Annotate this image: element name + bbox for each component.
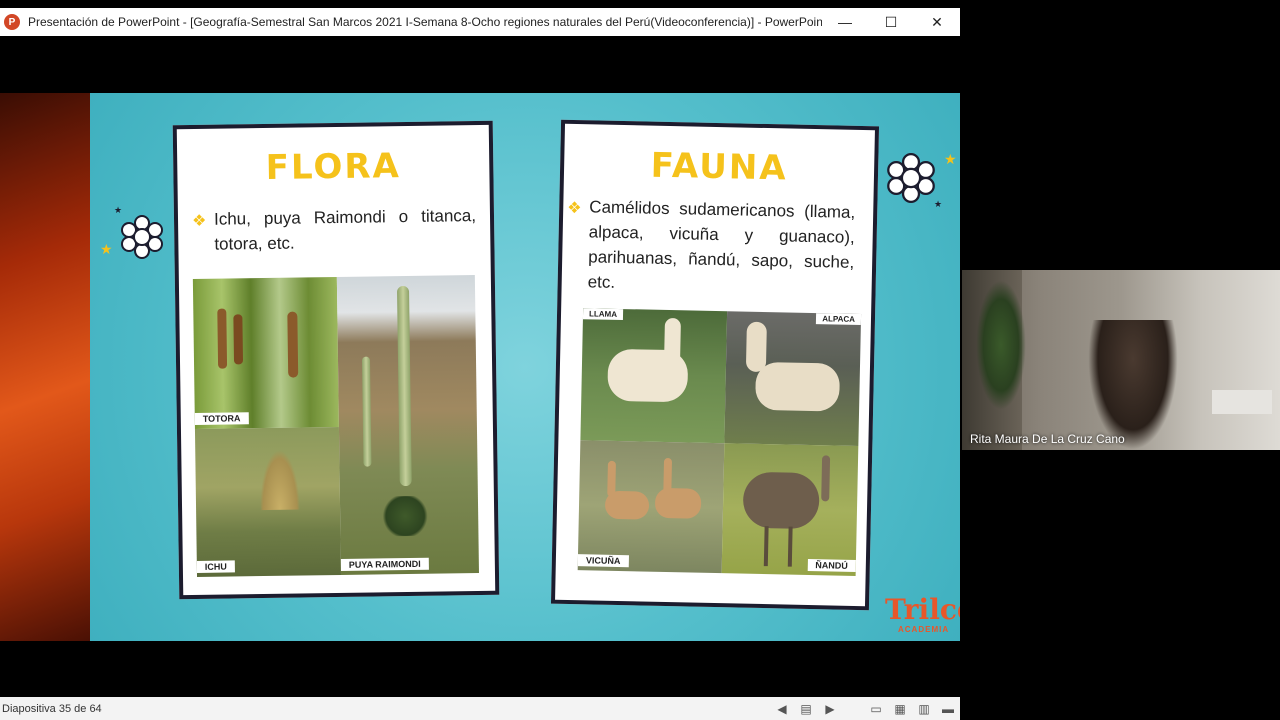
fauna-card: FAUNA ❖ Camélidos sudamericanos (llama, … <box>550 119 880 611</box>
star-icon: ★ <box>944 151 957 167</box>
llama-photo: LLAMA <box>580 308 728 444</box>
star-icon: ★ <box>934 199 943 209</box>
fauna-text: Camélidos sudamericanos (llama, alpaca, … <box>587 197 856 292</box>
next-slide-icon[interactable]: ▶ <box>818 702 842 716</box>
flora-card: FLORA ❖ Ichu, puya Raimondi o titanca, t… <box>172 120 500 600</box>
diamond-bullet-icon: ❖ <box>567 199 582 218</box>
minimize-button[interactable]: — <box>822 8 868 36</box>
puya-raimondi-photo: PUYA RAIMONDI <box>336 275 479 575</box>
flora-title: FLORA <box>265 146 402 188</box>
notes-icon[interactable]: ▭ <box>864 702 888 716</box>
photo-label: LLAMA <box>582 308 624 321</box>
totora-photo: TOTORA <box>192 276 339 429</box>
flora-text: Ichu, puya Raimondi o titanca, totora, e… <box>213 206 477 254</box>
photo-label: ICHU <box>196 560 235 573</box>
diamond-bullet-icon: ❖ <box>191 212 207 230</box>
slide-canvas: ★ ★ ★ ★ FLORA ❖ Ichu, puya Raimondi o ti… <box>90 93 960 641</box>
slide-sorter-icon[interactable]: ▦ <box>888 702 912 716</box>
previous-slide-icon[interactable]: ◀ <box>770 702 794 716</box>
star-icon: ★ <box>100 241 113 257</box>
ichu-photo: ICHU <box>194 426 342 577</box>
window-titlebar: P Presentación de PowerPoint - [Geografí… <box>0 8 960 36</box>
window-title: Presentación de PowerPoint - [Geografía-… <box>28 15 822 29</box>
maximize-button[interactable]: ☐ <box>868 8 914 36</box>
close-button[interactable]: ✕ <box>914 8 960 36</box>
slideshow-icon[interactable]: ▬ <box>936 702 960 716</box>
trilce-logo: Trilce <box>885 593 960 626</box>
fauna-bullet: ❖ Camélidos sudamericanos (llama, alpaca… <box>567 194 856 300</box>
nandu-photo: ÑANDÚ <box>721 443 859 576</box>
photo-label: VICUÑA <box>577 554 629 568</box>
photo-label: ALPACA <box>816 313 862 326</box>
alpaca-photo: ALPACA <box>724 311 862 447</box>
participant-video[interactable]: Rita Maura De La Cruz Cano <box>962 270 1280 450</box>
slide-counter: Diapositiva 35 de 64 <box>2 702 102 715</box>
photo-label: PUYA RAIMONDI <box>340 557 429 571</box>
slide-menu-icon[interactable]: ▤ <box>794 702 818 716</box>
participant-name: Rita Maura De La Cruz Cano <box>970 432 1125 446</box>
reading-view-icon[interactable]: ▥ <box>912 702 936 716</box>
background-photo-strip <box>0 93 90 641</box>
star-icon: ★ <box>114 205 123 215</box>
flora-bullet: ❖ Ichu, puya Raimondi o titanca, totora,… <box>192 203 477 257</box>
flower-decoration-icon <box>121 215 163 259</box>
trilce-logo-subtitle: ACADEMIA <box>898 625 950 634</box>
status-bar: Diapositiva 35 de 64 ◀ ▤ ▶ ▭ ▦ ▥ ▬ <box>0 697 960 720</box>
flower-decoration-icon <box>887 153 935 203</box>
vicuna-photo: VICUÑA <box>577 440 725 574</box>
powerpoint-icon: P <box>4 14 20 30</box>
photo-label: TOTORA <box>194 412 249 425</box>
fauna-title: FAUNA <box>650 145 789 189</box>
photo-label: ÑANDÚ <box>807 558 856 572</box>
